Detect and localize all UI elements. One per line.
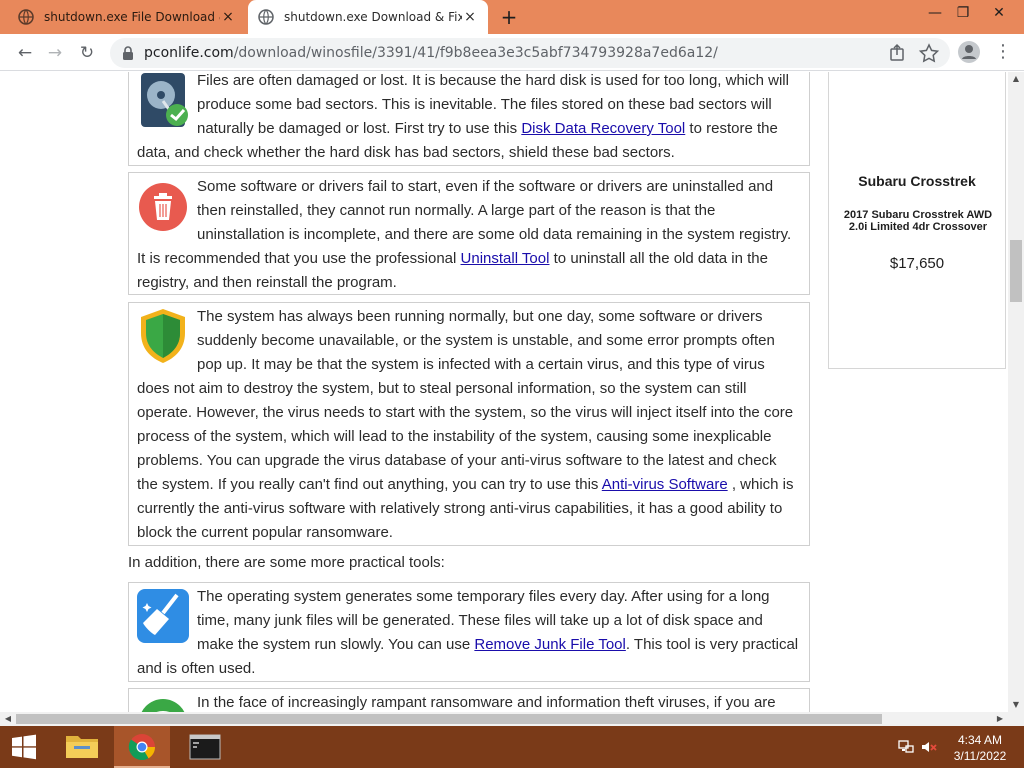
remove-junk-file-link[interactable]: Remove Junk File Tool: [474, 636, 625, 653]
share-icon[interactable]: [886, 43, 908, 63]
restore-button[interactable]: ❐: [946, 0, 980, 28]
ad-title[interactable]: Subaru Crosstrek: [829, 173, 1005, 189]
tip-box-antivirus: The system has always been running norma…: [128, 302, 810, 546]
url-host: pconlife.com: [144, 45, 234, 61]
more-tools-intro: In addition, there are some more practic…: [128, 554, 445, 571]
tab-close-icon[interactable]: ×: [220, 9, 236, 25]
scroll-down-arrow-icon[interactable]: ▼: [1008, 698, 1024, 712]
tip-box-uninstall: Some software or drivers fail to start, …: [128, 172, 810, 295]
forward-button[interactable]: →: [42, 40, 68, 66]
scrollbar-corner: [1008, 712, 1024, 726]
system-clock[interactable]: 4:34 AM 3/11/2022: [940, 732, 1020, 764]
new-tab-button[interactable]: +: [498, 6, 520, 28]
tab-shutdown-file-download[interactable]: shutdown.exe File Download & Fix ×: [8, 0, 246, 34]
ad-subtitle[interactable]: 2017 Subaru Crosstrek AWD 2.0i Limited 4…: [837, 209, 999, 233]
windows-logo-icon: [12, 734, 36, 760]
tab-title: shutdown.exe File Download & Fix: [44, 10, 220, 24]
green-globe-icon: [141, 699, 185, 712]
vertical-scrollbar[interactable]: ▲ ▼: [1008, 72, 1024, 712]
shield-icon: [141, 309, 185, 363]
reload-button[interactable]: ↻: [74, 40, 100, 66]
disk-data-recovery-link[interactable]: Disk Data Recovery Tool: [521, 120, 685, 137]
vertical-scroll-thumb[interactable]: [1010, 240, 1022, 302]
tab-title: shutdown.exe Download & Fix For: [284, 10, 462, 24]
globe-icon: [18, 9, 34, 25]
uninstall-tool-link[interactable]: Uninstall Tool: [461, 250, 550, 267]
horizontal-scrollbar[interactable]: ◀ ▶: [0, 712, 1008, 726]
command-prompt-icon: [189, 734, 221, 760]
ad-price[interactable]: $17,650: [829, 255, 1005, 272]
start-button[interactable]: [0, 726, 48, 768]
chrome-icon: [128, 734, 156, 761]
horizontal-scroll-thumb[interactable]: [16, 714, 882, 724]
url-text[interactable]: pconlife.com/download/winosfile/3391/41/…: [144, 45, 718, 61]
file-explorer-taskbar-button[interactable]: [54, 726, 110, 768]
globe-icon: [258, 9, 274, 25]
hard-disk-icon: [141, 73, 188, 127]
back-button[interactable]: ←: [12, 40, 38, 66]
close-window-button[interactable]: ✕: [982, 0, 1016, 28]
network-icon[interactable]: [896, 738, 914, 756]
tool-text: In the face of increasingly rampant rans…: [197, 694, 776, 711]
scroll-right-arrow-icon[interactable]: ▶: [992, 712, 1008, 726]
scroll-left-arrow-icon[interactable]: ◀: [0, 712, 16, 726]
chrome-taskbar-button[interactable]: [114, 726, 170, 768]
tab-close-icon[interactable]: ×: [462, 9, 478, 25]
broom-icon: [137, 589, 189, 643]
windows-taskbar: 4:34 AM 3/11/2022: [0, 726, 1024, 768]
profile-avatar-icon[interactable]: [958, 41, 980, 63]
antivirus-software-link[interactable]: Anti-virus Software: [602, 476, 728, 493]
browser-toolbar: ← → ↻ pconlife.com/download/winosfile/33…: [0, 34, 1024, 71]
advertisement-panel[interactable]: Subaru Crosstrek 2017 Subaru Crosstrek A…: [828, 72, 1006, 369]
tip-text: The system has always been running norma…: [137, 308, 794, 493]
url-path: /download/winosfile/3391/41/f9b8eea3e3c5…: [233, 45, 718, 61]
clock-date: 3/11/2022: [953, 749, 1007, 763]
browser-title-bar: shutdown.exe File Download & Fix × shutd…: [0, 0, 1024, 34]
address-bar[interactable]: pconlife.com/download/winosfile/3391/41/…: [110, 38, 950, 68]
lock-icon[interactable]: [122, 46, 134, 60]
tool-box-junk: The operating system generates some temp…: [128, 582, 810, 682]
browser-menu-icon[interactable]: ⋮: [994, 40, 1012, 64]
page-viewport[interactable]: Files are often damaged or lost. It is b…: [0, 72, 1008, 712]
clock-time: 4:34 AM: [957, 733, 1003, 747]
folder-icon: [66, 736, 98, 758]
tool-box-ransomware: In the face of increasingly rampant rans…: [128, 688, 810, 712]
tab-shutdown-download-fix[interactable]: shutdown.exe Download & Fix For ×: [248, 0, 488, 34]
command-prompt-taskbar-button[interactable]: [176, 726, 232, 768]
bookmark-star-icon[interactable]: [918, 43, 940, 63]
trash-can-icon: [139, 183, 187, 231]
tip-box-disk: Files are often damaged or lost. It is b…: [128, 72, 810, 166]
volume-muted-icon[interactable]: [920, 738, 938, 756]
scroll-up-arrow-icon[interactable]: ▲: [1008, 72, 1024, 86]
